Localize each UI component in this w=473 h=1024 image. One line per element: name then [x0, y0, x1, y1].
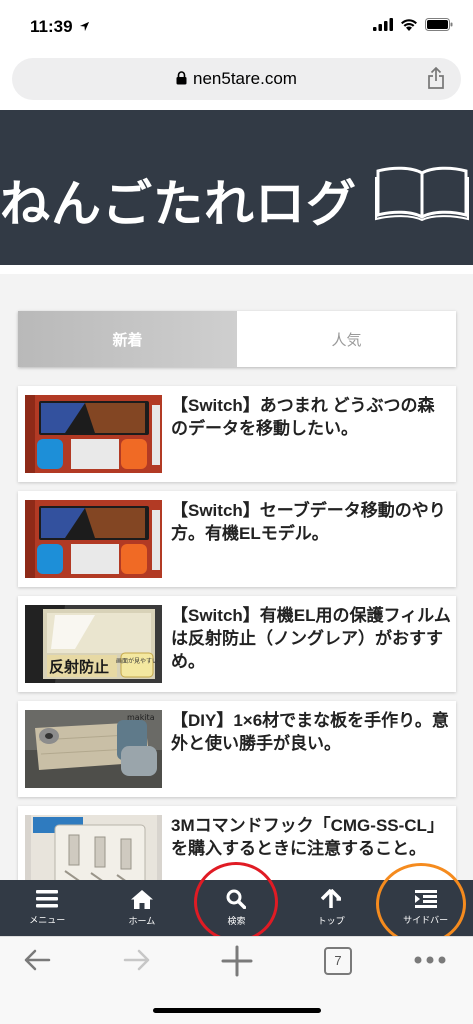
article-card[interactable]: 反射防止 画面が見やすい 【Switch】有機EL用の保護フィルムは反射防止（ノ…	[18, 596, 456, 692]
article-title[interactable]: 【DIY】1×6材でまな板を手作り。意外と使い勝手が良い。	[171, 709, 451, 755]
forward-arrow-icon[interactable]	[122, 945, 152, 975]
status-bar: 11:39	[0, 0, 473, 52]
new-tab-plus-icon[interactable]	[220, 944, 254, 978]
wood-board-image: makita	[25, 710, 162, 788]
nav-top-label: トップ	[317, 916, 345, 926]
nav-home-label: ホーム	[128, 915, 156, 926]
site-bottom-nav: メニュー ホーム 検索 トップ サイドバー	[0, 880, 473, 936]
article-card[interactable]: 【Switch】セーブデータ移動のやり方。有機ELモデル。	[18, 491, 456, 587]
nav-top-button[interactable]: トップ	[284, 880, 379, 936]
command-hook-image	[25, 815, 162, 880]
home-icon	[130, 889, 153, 909]
tab-popular[interactable]: 人気	[237, 311, 456, 367]
location-arrow-icon	[80, 21, 90, 32]
address-bar[interactable]: nen5tare.com	[12, 58, 461, 100]
browser-toolbar: 7	[0, 936, 473, 989]
article-tabs: 新着 人気	[18, 311, 456, 367]
arrow-up-icon	[321, 889, 342, 908]
switch-box-image	[25, 500, 162, 578]
wifi-icon	[401, 19, 417, 31]
nav-menu-button[interactable]: メニュー	[0, 880, 95, 936]
lock-icon	[176, 71, 187, 85]
home-indicator[interactable]	[153, 1008, 321, 1013]
thumb-subcaption: 画面が見やすい	[116, 657, 158, 665]
bottom-safe-area	[0, 988, 473, 1024]
battery-icon	[425, 18, 453, 31]
article-thumbnail[interactable]: 反射防止 画面が見やすい	[25, 605, 162, 683]
article-thumbnail[interactable]	[25, 815, 162, 880]
content-area: 新着 人気 【Switch】あつまれ どうぶつの森のデータを移動したい。 【Sw…	[0, 274, 473, 880]
article-card[interactable]: 【Switch】あつまれ どうぶつの森のデータを移動したい。	[18, 386, 456, 482]
article-card[interactable]: makita 【DIY】1×6材でまな板を手作り。意外と使い勝手が良い。	[18, 701, 456, 797]
nav-sidebar-label: サイドバー	[403, 915, 449, 925]
share-icon[interactable]	[427, 67, 445, 89]
nav-home-button[interactable]: ホーム	[95, 880, 190, 936]
signal-icon	[373, 18, 393, 31]
back-arrow-icon[interactable]	[22, 945, 52, 975]
nav-sidebar-button[interactable]: サイドバー	[378, 880, 473, 936]
site-header: ねんごたれログ	[0, 110, 473, 265]
nav-search-label: 検索	[227, 916, 246, 926]
tab-count-button[interactable]: 7	[324, 947, 352, 975]
url-display[interactable]: nen5tare.com	[12, 69, 461, 89]
more-options-icon[interactable]	[414, 956, 446, 964]
thumb-caption: makita	[127, 713, 155, 722]
url-text: nen5tare.com	[193, 69, 297, 88]
nav-search-button[interactable]: 検索	[189, 880, 284, 936]
article-card[interactable]: 3Mコマンドフック「CMG-SS-CL」を購入するときに注意すること。	[18, 806, 456, 880]
status-time: 11:39	[30, 17, 90, 37]
article-thumbnail[interactable]	[25, 395, 162, 473]
article-title[interactable]: 3Mコマンドフック「CMG-SS-CL」を購入するときに注意すること。	[171, 814, 451, 860]
status-indicators	[373, 18, 453, 31]
menu-icon	[36, 890, 59, 908]
article-thumbnail[interactable]	[25, 500, 162, 578]
article-title[interactable]: 【Switch】有機EL用の保護フィルムは反射防止（ノングレア）がおすすめ。	[171, 604, 451, 673]
thumb-caption: 反射防止	[49, 658, 109, 676]
sidebar-icon	[414, 890, 437, 908]
nav-menu-label: メニュー	[29, 915, 66, 925]
article-thumbnail[interactable]: makita	[25, 710, 162, 788]
open-book-icon	[375, 166, 469, 221]
article-title[interactable]: 【Switch】セーブデータ移動のやり方。有機ELモデル。	[171, 499, 451, 545]
protective-film-image: 反射防止 画面が見やすい	[25, 605, 162, 683]
article-title[interactable]: 【Switch】あつまれ どうぶつの森のデータを移動したい。	[171, 394, 451, 440]
search-icon	[226, 889, 247, 909]
switch-box-image	[25, 395, 162, 473]
tab-new[interactable]: 新着	[18, 311, 237, 367]
time-text: 11:39	[30, 17, 73, 36]
site-title[interactable]: ねんごたれログ	[0, 164, 357, 236]
